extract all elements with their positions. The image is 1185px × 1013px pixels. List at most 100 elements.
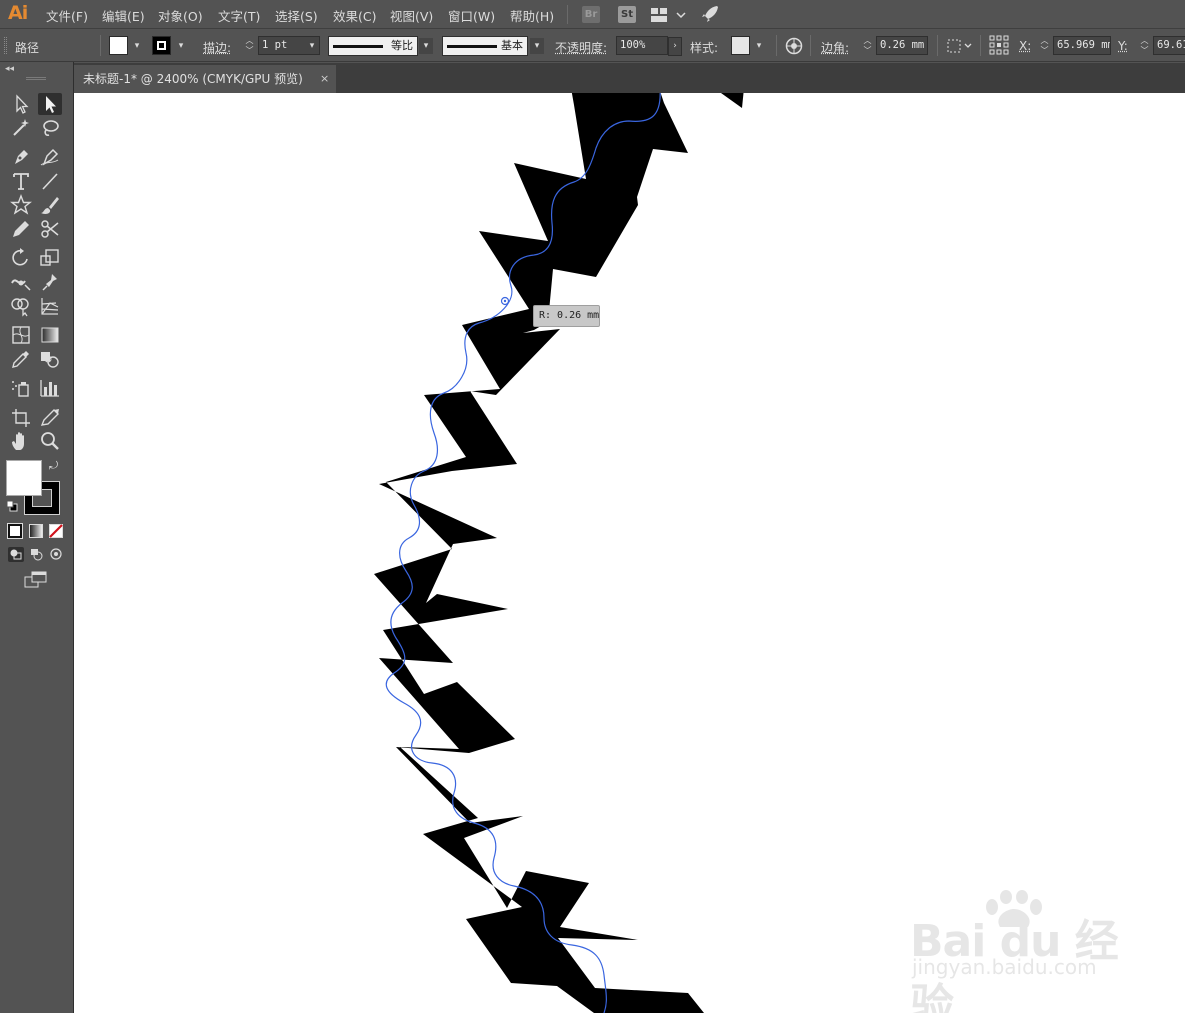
rocket-icon[interactable] — [700, 5, 720, 26]
fill-dropdown-icon[interactable]: ▾ — [130, 38, 144, 54]
stroke-label[interactable]: 描边: — [203, 39, 231, 56]
graphic-style-swatch[interactable] — [731, 36, 750, 55]
menu-select[interactable]: 选择(S) — [275, 6, 318, 25]
style-label: 样式: — [690, 41, 719, 55]
shape-builder-tool-icon[interactable] — [9, 295, 33, 317]
draw-behind-icon[interactable] — [29, 547, 45, 565]
opacity-label[interactable]: 不透明度: — [555, 39, 607, 56]
reference-point-icon[interactable] — [989, 35, 1009, 58]
stroke-color-swatch[interactable] — [152, 36, 171, 55]
artboard-tool-icon[interactable] — [9, 406, 33, 428]
control-divider — [100, 35, 101, 56]
zoom-tool-icon[interactable] — [38, 430, 62, 452]
menu-edit[interactable]: 编辑(E) — [102, 6, 145, 25]
perspective-grid-tool-icon[interactable] — [38, 295, 62, 317]
puppet-warp-tool-icon[interactable] — [38, 271, 62, 293]
magic-wand-tool-icon[interactable] — [9, 117, 33, 139]
menu-file[interactable]: 文件(F) — [46, 6, 88, 25]
blend-tool-icon[interactable] — [38, 348, 62, 370]
lasso-tool-icon[interactable] — [38, 117, 62, 139]
pencil-tool-icon[interactable] — [9, 218, 33, 240]
select-similar-icon[interactable] — [946, 37, 974, 58]
panel-grip[interactable] — [26, 77, 46, 80]
brush-label: 基本 — [501, 39, 523, 52]
menu-help[interactable]: 帮助(H) — [510, 6, 554, 25]
gradient-mode-button[interactable] — [29, 524, 43, 538]
menu-window[interactable]: 窗口(W) — [448, 6, 495, 25]
eyedropper-tool-icon[interactable] — [9, 348, 33, 370]
document-tab-title: 未标题-1* @ 2400% (CMYK/GPU 预览) — [83, 72, 303, 86]
y-label[interactable]: Y: — [1118, 39, 1128, 53]
recolor-artwork-icon[interactable] — [785, 37, 803, 58]
stroke-weight-dropdown-icon[interactable]: ▾ — [305, 38, 319, 54]
default-colors-icon[interactable] — [6, 500, 18, 515]
brush-definition[interactable]: 基本 — [442, 36, 528, 56]
variable-width-profile[interactable]: 等比 — [328, 36, 418, 56]
hand-tool-icon[interactable] — [9, 430, 33, 452]
color-mode-button[interactable] — [7, 523, 23, 539]
document-tab[interactable]: 未标题-1* @ 2400% (CMYK/GPU 预览) × — [74, 65, 336, 93]
direct-selection-tool-icon[interactable] — [38, 93, 62, 115]
draw-inside-icon[interactable] — [49, 547, 63, 564]
draw-normal-icon[interactable] — [8, 547, 24, 562]
line-segment-tool-icon[interactable] — [38, 170, 62, 192]
watermark-url: jingyan.baidu.com — [912, 955, 1097, 979]
profile-dropdown-icon[interactable]: ▾ — [419, 38, 433, 54]
column-graph-tool-icon[interactable] — [38, 377, 62, 399]
stock-button[interactable]: St — [618, 6, 636, 23]
zigzag-upper-right-shape — [721, 93, 744, 108]
selection-type-label: 路径 — [15, 41, 40, 55]
y-position-field[interactable]: 69.61 — [1153, 36, 1185, 55]
control-bar: 路径 ▾ ▾ 描边: ︿ ﹀ 1 pt ▾ 等比 ▾ 基本 ▾ 不透明度: 100… — [0, 29, 1185, 62]
bridge-button[interactable]: Br — [582, 6, 600, 23]
curvature-tool-icon[interactable] — [38, 146, 62, 168]
control-bar-grip — [4, 37, 7, 54]
fill-color-swatch[interactable] — [109, 36, 128, 55]
corner-radius-field[interactable]: 0.26 mm — [876, 36, 928, 55]
menu-effect[interactable]: 效果(C) — [333, 6, 376, 25]
x-position-field[interactable]: 65.969 mm — [1053, 36, 1111, 55]
menu-type[interactable]: 文字(T) — [218, 6, 260, 25]
artboard-canvas[interactable]: R: 0.26 mm Bai du 经验 jingyan.baidu.com — [74, 93, 1185, 1013]
rotate-tool-icon[interactable] — [9, 247, 33, 269]
swap-colors-icon[interactable]: ⤾ — [49, 459, 58, 473]
selection-tool-icon[interactable] — [9, 93, 33, 115]
x-spinner[interactable]: ︿ ﹀ — [1039, 36, 1050, 56]
scissors-tool-icon[interactable] — [38, 218, 62, 240]
zigzag-stroke-shape[interactable] — [374, 93, 704, 1013]
mesh-tool-icon[interactable] — [9, 324, 33, 346]
menu-view[interactable]: 视图(V) — [390, 6, 433, 25]
screen-mode-icon[interactable] — [24, 571, 48, 592]
pen-tool-icon[interactable] — [9, 146, 33, 168]
y-spinner[interactable]: ︿ ﹀ — [1139, 36, 1150, 56]
fill-color-box[interactable] — [6, 460, 42, 496]
corner-spinner[interactable]: ︿ ﹀ — [862, 36, 873, 56]
close-tab-icon[interactable]: × — [320, 65, 329, 93]
opacity-field[interactable]: 100% — [616, 36, 668, 55]
app-logo: Ai — [8, 2, 28, 24]
gradient-tool-icon[interactable] — [38, 324, 62, 346]
artwork-svg — [374, 93, 744, 1013]
control-divider — [810, 35, 811, 56]
workspace-switcher-icon[interactable] — [650, 7, 688, 26]
corner-label[interactable]: 边角: — [821, 39, 849, 56]
stroke-dropdown-icon[interactable]: ▾ — [174, 38, 188, 54]
collapse-panel-icon[interactable]: ◂◂ — [5, 64, 14, 74]
none-mode-button[interactable] — [49, 524, 63, 541]
stroke-weight-spinner[interactable]: ︿ ﹀ — [244, 36, 255, 56]
slice-tool-icon[interactable] — [38, 406, 62, 428]
star-tool-icon[interactable] — [9, 194, 33, 216]
paintbrush-tool-icon[interactable] — [38, 194, 62, 216]
x-label[interactable]: X: — [1019, 39, 1031, 53]
scale-tool-icon[interactable] — [38, 247, 62, 269]
menu-divider — [567, 5, 568, 24]
width-tool-icon[interactable] — [9, 271, 33, 293]
opacity-flyout-icon[interactable]: › — [668, 37, 682, 56]
style-dropdown-icon[interactable]: ▾ — [752, 38, 766, 54]
control-divider — [937, 35, 938, 56]
symbol-sprayer-tool-icon[interactable] — [9, 377, 33, 399]
type-tool-icon[interactable] — [9, 170, 33, 192]
control-divider — [980, 35, 981, 56]
menu-object[interactable]: 对象(O) — [158, 6, 203, 25]
brush-dropdown-icon[interactable]: ▾ — [530, 38, 544, 54]
